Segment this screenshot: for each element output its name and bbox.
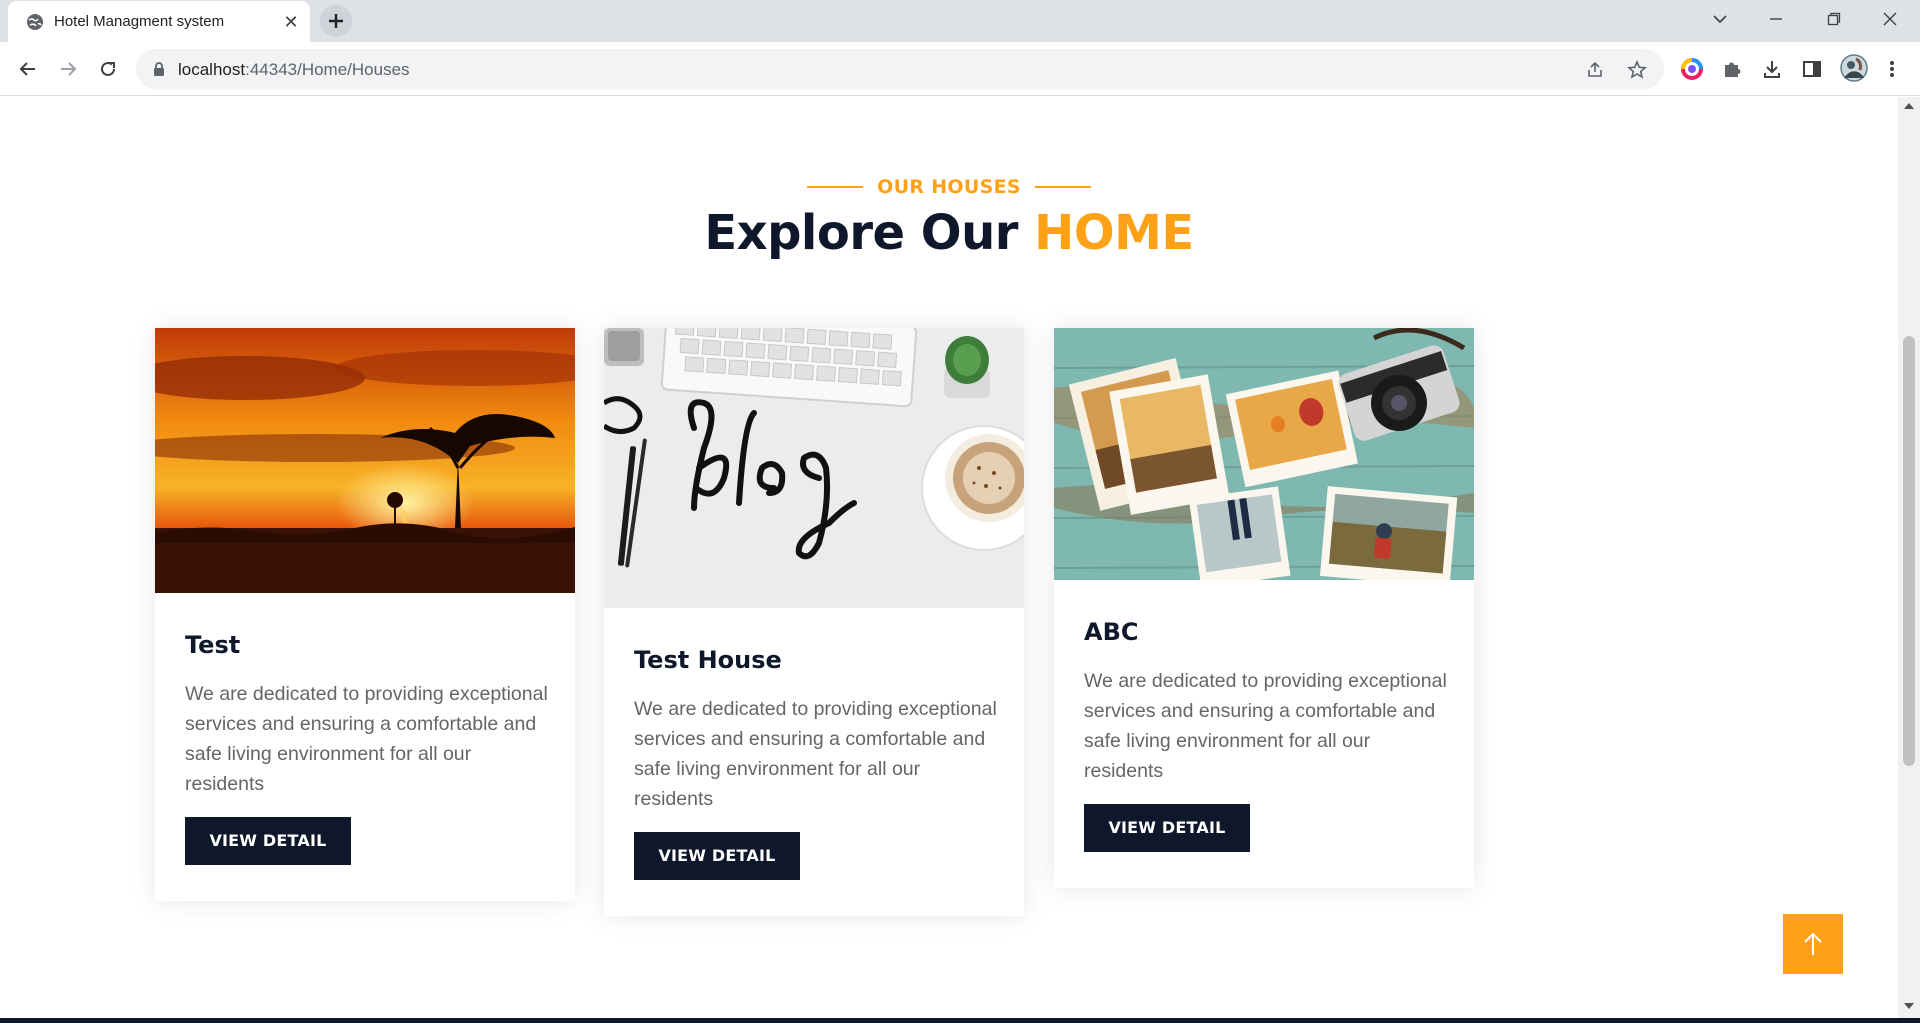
new-tab-button[interactable] — [320, 5, 352, 37]
title-main: Explore Our — [704, 205, 1035, 261]
page-title: Explore Our HOME — [0, 205, 1898, 261]
house-card: Test House We are dedicated to providing… — [604, 328, 1024, 916]
minimize-button[interactable] — [1748, 0, 1804, 38]
lock-icon[interactable] — [150, 60, 168, 78]
scroll-down-icon[interactable] — [1904, 1003, 1914, 1009]
browser-tab[interactable]: Hotel Managment system ✕ — [8, 1, 310, 42]
chevron-down-icon — [1713, 15, 1727, 24]
house-description: We are dedicated to providing exceptiona… — [634, 698, 997, 810]
close-window-button[interactable] — [1862, 0, 1918, 38]
house-card-body: Test We are dedicated to providing excep… — [185, 631, 551, 865]
url-text[interactable]: localhost:44343/Home/Houses — [178, 60, 410, 80]
arrow-up-icon — [1804, 932, 1822, 955]
restore-button[interactable] — [1806, 0, 1862, 38]
savanna-sunset-image[interactable] — [155, 328, 575, 593]
reload-icon — [101, 61, 115, 76]
house-name: Test House — [634, 646, 782, 674]
forward-button[interactable] — [52, 53, 84, 85]
house-card-body: Test House We are dedicated to providing… — [634, 646, 1000, 880]
footer-edge — [0, 1018, 1920, 1023]
close-window-icon — [1883, 12, 1897, 26]
subtitle-line-right — [1034, 186, 1091, 188]
puzzle-icon[interactable] — [1720, 57, 1744, 81]
travel-photos-image[interactable] — [1054, 328, 1474, 580]
star-icon[interactable] — [1626, 59, 1648, 81]
url-path: :44343/Home/Houses — [245, 60, 410, 79]
page-viewport: OUR HOUSES Explore Our HOME Test We are … — [0, 97, 1898, 1018]
subtitle-text: OUR HOUSES — [877, 176, 1021, 198]
scroll-thumb[interactable] — [1903, 336, 1915, 766]
view-detail-button[interactable]: VIEW DETAIL — [634, 832, 800, 880]
browser-tab-strip: Hotel Managment system ✕ — [0, 0, 1920, 42]
house-description: We are dedicated to providing exceptiona… — [1084, 670, 1447, 782]
house-name: Test — [185, 631, 241, 659]
house-card-body: ABC We are dedicated to providing except… — [1084, 618, 1450, 852]
page-scrollbar[interactable] — [1898, 97, 1920, 1018]
tab-title: Hotel Managment system — [54, 13, 225, 30]
url-host: localhost — [178, 60, 246, 79]
section-subtitle: OUR HOUSES — [0, 175, 1898, 198]
house-card: Test We are dedicated to providing excep… — [155, 328, 575, 901]
share-icon[interactable] — [1584, 59, 1606, 81]
blog-desk-image[interactable] — [604, 328, 1024, 608]
plus-icon — [329, 14, 343, 28]
kebab-menu-icon[interactable] — [1880, 57, 1904, 81]
color-extension-icon[interactable] — [1680, 57, 1704, 81]
restore-icon — [1827, 12, 1841, 26]
tab-search-button[interactable] — [1692, 0, 1748, 38]
reload-button[interactable] — [92, 53, 124, 85]
browser-toolbar: localhost:44343/Home/Houses — [0, 42, 1920, 96]
subtitle-line-left — [807, 186, 864, 188]
back-to-top-button[interactable] — [1783, 914, 1843, 974]
scroll-up-icon[interactable] — [1904, 103, 1914, 109]
forward-arrow-icon — [61, 62, 77, 76]
download-icon[interactable] — [1760, 57, 1784, 81]
avatar[interactable] — [1840, 54, 1868, 82]
back-arrow-icon — [19, 62, 35, 76]
minimize-icon — [1770, 18, 1782, 20]
back-button[interactable] — [12, 53, 44, 85]
title-accent: HOME — [1034, 205, 1194, 261]
view-detail-button[interactable]: VIEW DETAIL — [185, 817, 351, 865]
close-icon[interactable]: ✕ — [280, 11, 302, 33]
address-bar[interactable]: localhost:44343/Home/Houses — [136, 49, 1664, 89]
sidebar-icon[interactable] — [1800, 57, 1824, 81]
globe-icon — [26, 13, 44, 31]
house-card: ABC We are dedicated to providing except… — [1054, 328, 1474, 888]
house-name: ABC — [1084, 618, 1139, 646]
house-description: We are dedicated to providing exceptiona… — [185, 683, 548, 795]
view-detail-button[interactable]: VIEW DETAIL — [1084, 804, 1250, 852]
